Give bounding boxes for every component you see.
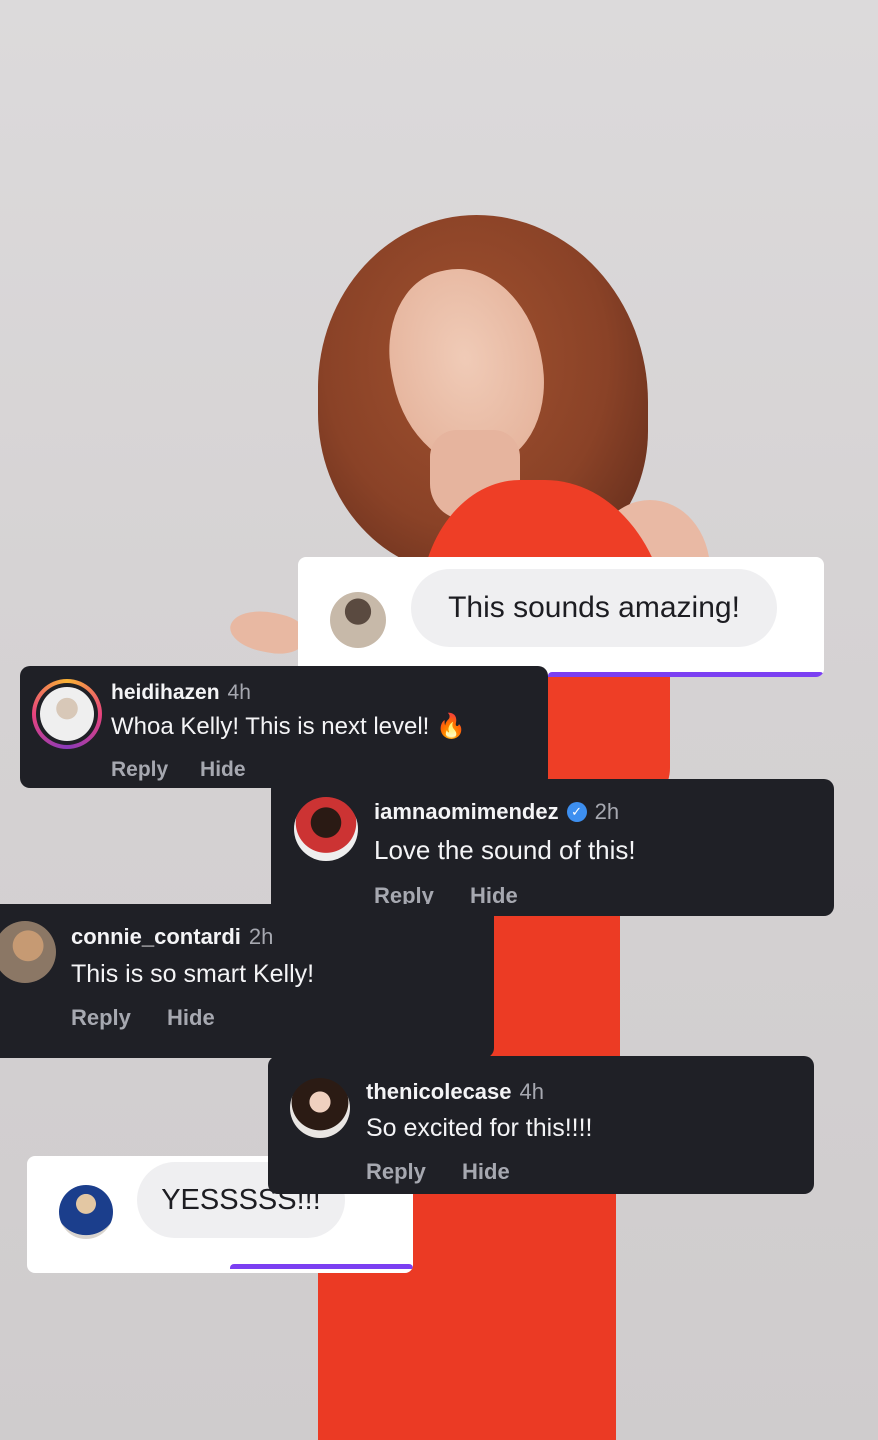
comment-card-iamnaomimendez: iamnaomimendez ✓ 2h Love the sound of th… [271,779,834,916]
timestamp: 2h [248,924,274,949]
comment-text: Love the sound of this! [374,835,636,865]
hand-shape [226,604,309,660]
comment-text: This sounds amazing! [448,591,740,624]
username-label[interactable]: heidihazen [111,681,220,705]
reply-button[interactable]: Reply [71,1005,131,1031]
hide-button[interactable]: Hide [200,758,246,782]
avatar[interactable] [59,1185,113,1239]
comment-actions: Reply Hide [366,1159,510,1185]
comment-bubble: This sounds amazing! [411,569,777,647]
comment-actions: Reply Hide [111,758,246,782]
comment-text: Whoa Kelly! This is next level! 🔥 [111,713,466,740]
avatar[interactable] [40,687,94,741]
comment-text: This is so smart Kelly! [71,960,315,988]
hide-button[interactable]: Hide [167,1005,215,1031]
comment-username[interactable]: thenicolecase 4h [366,1079,544,1105]
timestamp: 4h [519,1079,544,1104]
comment-text: So excited for this!!!! [366,1114,593,1142]
comment-card-light-top: This sounds amazing! [298,557,824,677]
comment-username[interactable]: heidihazen 4h [111,681,251,705]
comment-username[interactable]: connie_contardi 2h [71,924,273,950]
comment-card-thenicolecase: thenicolecase 4h So excited for this!!!!… [268,1056,814,1194]
reply-button[interactable]: Reply [366,1159,426,1185]
timestamp: 4h [227,681,251,704]
username-label[interactable]: iamnaomimendez [374,799,559,825]
avatar[interactable] [290,1078,350,1138]
comment-actions: Reply Hide [71,1005,215,1031]
username-label[interactable]: thenicolecase [366,1079,512,1105]
accent-bar [230,1264,413,1269]
avatar[interactable] [294,797,358,861]
comment-card-heidihazen: heidihazen 4h Whoa Kelly! This is next l… [20,666,548,788]
comment-card-connie-contardi: connie_contardi 2h This is so smart Kell… [0,904,494,1058]
accent-bar [548,672,824,677]
verified-badge-icon: ✓ [566,802,587,822]
comment-username[interactable]: iamnaomimendez ✓ 2h [374,799,619,825]
avatar[interactable] [0,921,56,983]
timestamp: 2h [594,799,620,824]
username-label[interactable]: connie_contardi [71,924,241,950]
reply-button[interactable]: Reply [111,758,168,782]
hide-button[interactable]: Hide [462,1159,510,1185]
avatar[interactable] [330,592,386,648]
